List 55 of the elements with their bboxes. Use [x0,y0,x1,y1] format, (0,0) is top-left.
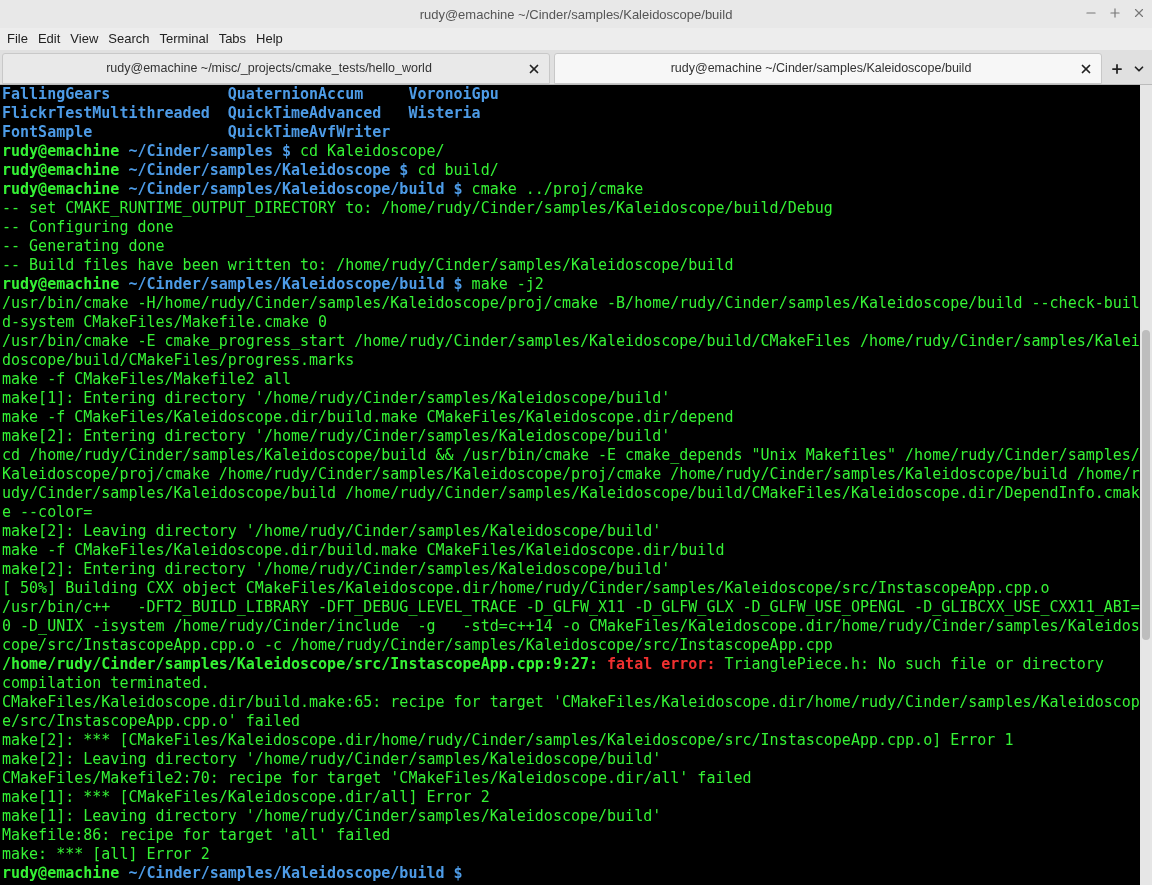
terminal-line: /home/rudy/Cinder/samples/Kaleidoscope/src/InstascopeApp.cpp:9:27: fatal error: TrianglePiece.h: No such file or directory [2,655,1104,674]
terminal-line: make[2]: *** [CMakeFiles/Kaleidoscope.dir/home/rudy/Cinder/samples/Kaleidoscope/src/InstascopeApp.cpp.o] Error 1 [2,731,1014,750]
terminal-line: -- set CMAKE_RUNTIME_OUTPUT_DIRECTORY to: /home/rudy/Cinder/samples/Kaleidoscope/build/Debug [2,199,833,218]
terminal-line: make[2]: Entering directory '/home/rudy/Cinder/samples/Kaleidoscope/build' [2,427,671,446]
terminal-line: e/src/InstascopeApp.cpp.o' failed [2,712,300,731]
terminal-tab[interactable]: rudy@emachine ~/Cinder/samples/Kaleidoscope/build [554,53,1102,84]
terminal-line: make -f CMakeFiles/Kaleidoscope.dir/build.make CMakeFiles/Kaleidoscope.dir/depend [2,408,734,427]
terminal-line: make[2]: Leaving directory '/home/rudy/Cinder/samples/Kaleidoscope/build' [2,750,662,769]
terminal-line: rudy@emachine ~/Cinder/samples/Kaleidoscope $ cd build/ [2,161,499,180]
menu-item[interactable]: Search [103,29,155,49]
terminal-line: -- Generating done [2,237,165,256]
terminal-line: CMakeFiles/Kaleidoscope.dir/build.make:65: recipe for target 'CMakeFiles/Kaleidoscope.dir/home/rudy/Cinder/samples/Kaleidoscop [2,693,1140,712]
terminal-line: Makefile:86: recipe for target 'all' failed [2,826,391,845]
menu-item[interactable]: File [2,29,33,49]
terminal-line: make[1]: Entering directory '/home/rudy/Cinder/samples/Kaleidoscope/build' [2,389,671,408]
terminal-line: make: *** [all] Error 2 [2,845,210,864]
terminal-line: rudy@emachine ~/Cinder/samples/Kaleidoscope/build $ [2,864,463,883]
terminal-line: Kaleidoscope/proj/cmake /home/rudy/Cinder/samples/Kaleidoscope/proj/cmake /home/rudy/Cinder/samples/Kaleidoscope/build /home/r [2,465,1140,484]
terminal-line: -- Build files have been written to: /home/rudy/Cinder/samples/Kaleidoscope/build [2,256,734,275]
menu-item[interactable]: Terminal [154,29,214,49]
terminal-line: FontSample QuickTimeAvfWriter [2,123,391,142]
menu-item[interactable]: View [65,29,104,49]
terminal-line: make[2]: Leaving directory '/home/rudy/Cinder/samples/Kaleidoscope/build' [2,522,662,541]
terminal-line: compilation terminated. [2,674,210,693]
terminal-line: cd /home/rudy/Cinder/samples/Kaleidoscope/build && /usr/bin/cmake -E cmake_depends "Unix Makefiles" /home/rudy/Cinder/samples/ [2,446,1140,465]
terminal-line: -- Configuring done [2,218,174,237]
terminal-line: FlickrTestMultithreaded QuickTimeAdvanced Wisteria [2,104,481,123]
menu-item[interactable]: Help [251,29,288,49]
terminal-line: [ 50%] Building CXX object CMakeFiles/Kaleidoscope.dir/home/rudy/Cinder/samples/Kaleidoscope/src/InstascopeApp.cpp.o [2,579,1050,598]
terminal-line: rudy@emachine ~/Cinder/samples $ cd Kaleidoscope/ [2,142,445,161]
terminal-line: doscope/build/CMakeFiles/progress.marks [2,351,355,370]
terminal-line: 0 -D_UNIX -isystem /home/rudy/Cinder/include -g -std=c++14 -o CMakeFiles/Kaleidoscope.dir/home/rudy/Cinder/samples/Kaleidos [2,617,1140,636]
window-title: rudy@emachine ~/Cinder/samples/Kaleidoscope/build [419,7,733,22]
terminal-line: make[1]: Leaving directory '/home/rudy/Cinder/samples/Kaleidoscope/build' [2,807,662,826]
scrollbar-thumb[interactable] [1141,330,1150,640]
close-icon[interactable] [1132,6,1146,20]
terminal-line: rudy@emachine ~/Cinder/samples/Kaleidoscope/build $ make -j2 [2,275,544,294]
terminal-line: make[1]: *** [CMakeFiles/Kaleidoscope.dir/all] Error 2 [2,788,490,807]
menu-item[interactable]: Edit [32,29,66,49]
terminal-line: /usr/bin/c++ -DFT2_BUILD_LIBRARY -DFT_DEBUG_LEVEL_TRACE -D_GLFW_X11 -D_GLFW_GLX -D_GLFW_USE_OPENGL -D_GLIBCXX_USE_CXX11_ABI= [2,598,1140,617]
terminal-line: make -f CMakeFiles/Kaleidoscope.dir/build.make CMakeFiles/Kaleidoscope.dir/build [2,541,725,560]
terminal-line: udy/Cinder/samples/Kaleidoscope/build /home/rudy/Cinder/samples/Kaleidoscope/build/CMakeFiles/Kaleidoscope.dir/DependInfo.cmak [2,484,1140,503]
terminal-line: make -f CMakeFiles/Makefile2 all [2,370,291,389]
new-tab-icon[interactable] [1110,61,1124,76]
terminal-line: /usr/bin/cmake -E cmake_progress_start /home/rudy/Cinder/samples/Kaleidoscope/build/CMakeFiles /home/rudy/Cinder/samples/Kalei [2,332,1140,351]
terminal-line: make[2]: Entering directory '/home/rudy/Cinder/samples/Kaleidoscope/build' [2,560,671,579]
menu-item[interactable]: Tabs [213,29,252,49]
terminal-line: e --color= [2,503,93,522]
terminal-tab[interactable]: rudy@emachine ~/misc/_projects/cmake_tests/hello_world [2,53,550,84]
terminal-line: FallingGears QuaternionAccum VoronoiGpu [2,85,499,104]
terminal-line: CMakeFiles/Makefile2:70: recipe for target 'CMakeFiles/Kaleidoscope.dir/all' failed [2,769,752,788]
terminal-line: d-system CMakeFiles/Makefile.cmake 0 [2,313,328,332]
terminal-line: cope/src/InstascopeApp.cpp.o -c /home/rudy/Cinder/samples/Kaleidoscope/src/InstascopeApp.cpp [2,636,833,655]
terminal-line: /usr/bin/cmake -H/home/rudy/Cinder/samples/Kaleidoscope/proj/cmake -B/home/rudy/Cinder/samples/Kaleidoscope/build --check-buil [2,294,1140,313]
terminal-line: rudy@emachine ~/Cinder/samples/Kaleidoscope/build $ cmake ../proj/cmake [2,180,644,199]
